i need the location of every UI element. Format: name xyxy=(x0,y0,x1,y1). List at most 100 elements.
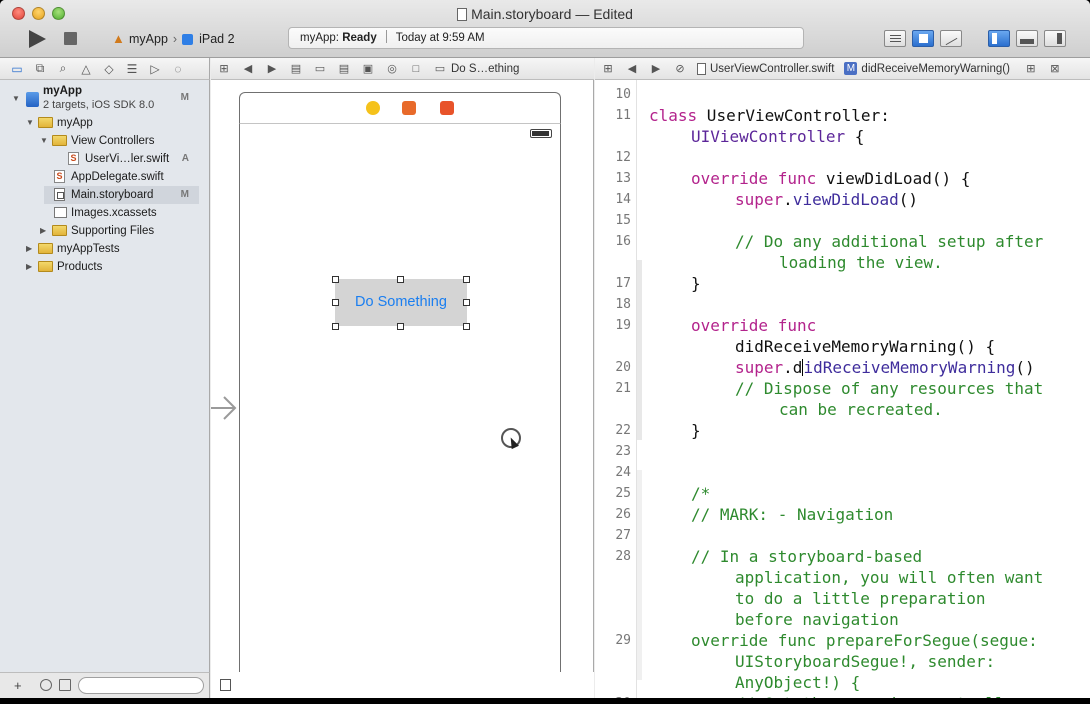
code-folding-ribbon[interactable] xyxy=(637,260,642,440)
resize-handle[interactable] xyxy=(332,276,339,283)
status-divider xyxy=(385,30,387,43)
disclosure-open-icon[interactable]: ▼ xyxy=(26,114,34,132)
report-icon[interactable]: ◌ xyxy=(171,62,185,76)
back-arrow-icon[interactable]: ◀ xyxy=(241,62,255,75)
code-line: } xyxy=(691,421,701,440)
scene-dock xyxy=(239,92,561,124)
view-controller-icon[interactable] xyxy=(366,101,380,115)
nav-item-main-storyboard[interactable]: Main.storyboard M xyxy=(44,186,199,204)
folder-icon[interactable]: ▭ xyxy=(10,62,24,76)
disclosure-open-icon[interactable]: ▼ xyxy=(12,90,20,108)
line-number: 29 xyxy=(615,633,631,648)
view-icon[interactable]: □ xyxy=(409,63,423,75)
breadcrumb-scene[interactable]: ▭ Do S…ething xyxy=(433,62,520,76)
code-line: } xyxy=(691,274,701,293)
resize-handle[interactable] xyxy=(397,323,404,330)
line-number: 28 xyxy=(615,549,631,564)
toggle-navigator-button[interactable] xyxy=(988,30,1010,47)
related-items-icon[interactable]: ⊞ xyxy=(601,62,615,75)
line-number: 22 xyxy=(615,423,631,438)
nav-item-myapptests[interactable]: ▶ myAppTests xyxy=(0,240,209,258)
source-editor[interactable]: 10 11 12 13 14 15 16 17 18 19 20 21 22 2… xyxy=(595,80,1090,704)
storyboard-canvas[interactable]: Do Something xyxy=(211,80,594,698)
first-responder-icon[interactable] xyxy=(402,101,416,115)
toggle-debug-area-button[interactable] xyxy=(1016,30,1038,47)
nav-item-supporting-files[interactable]: ▶ Supporting Files xyxy=(0,222,209,240)
view-toggle-group xyxy=(988,30,1066,48)
folder-icon xyxy=(52,135,67,146)
xcode-window: Main.storyboard — Edited ▲ myApp › iPad … xyxy=(0,0,1090,704)
view-controller-scene[interactable]: Do Something xyxy=(239,124,561,698)
assistant-editor-button[interactable] xyxy=(912,30,934,47)
forward-arrow-icon[interactable]: ▶ xyxy=(265,62,279,75)
line-number: 27 xyxy=(615,528,631,543)
forward-arrow-icon[interactable]: ▶ xyxy=(649,62,663,75)
code-line: /* xyxy=(691,484,711,503)
disclosure-open-icon[interactable]: ▼ xyxy=(40,132,48,150)
scm-filter-icon[interactable] xyxy=(59,679,71,691)
disclosure-closed-icon[interactable]: ▶ xyxy=(40,222,46,240)
storyboard-icon[interactable]: ▤ xyxy=(337,62,351,75)
project-row[interactable]: ▼ myApp 2 targets, iOS SDK 8.0 M xyxy=(0,84,209,116)
nav-item-label: AppDelegate.swift xyxy=(71,171,164,183)
disclosure-closed-icon[interactable]: ▶ xyxy=(26,240,32,258)
recent-files-icon[interactable] xyxy=(40,679,52,691)
code-line: to do a little preparation xyxy=(735,589,986,608)
code-token: super xyxy=(735,190,784,209)
code-token: override func xyxy=(691,169,817,188)
nav-item-label: Products xyxy=(57,261,103,273)
nav-item-myapp[interactable]: ▼ myApp xyxy=(0,114,209,132)
nav-item-appdelegate[interactable]: S AppDelegate.swift xyxy=(0,168,209,186)
nav-item-label: View Controllers xyxy=(71,135,155,147)
standard-editor-button[interactable] xyxy=(884,30,906,47)
code-token: UIViewController xyxy=(691,127,846,146)
breadcrumb-method[interactable]: MdidReceiveMemoryWarning() xyxy=(844,62,1010,75)
exit-icon[interactable] xyxy=(440,101,454,115)
symbol-icon[interactable]: ⧉ xyxy=(33,61,47,76)
run-button[interactable] xyxy=(29,30,46,48)
nav-item-userviewcontroller[interactable]: S UserVi…ler.swift A xyxy=(0,150,209,168)
resize-handle[interactable] xyxy=(332,299,339,306)
related-items-icon[interactable]: ⊞ xyxy=(217,62,231,75)
button-icon: ▭ xyxy=(434,63,446,75)
folder-icon[interactable]: ▭ xyxy=(313,62,327,75)
code-token: class xyxy=(649,106,698,125)
do-something-button[interactable]: Do Something xyxy=(335,279,467,326)
toggle-utilities-button[interactable] xyxy=(1044,30,1066,47)
close-assistant-icon[interactable]: ⊠ xyxy=(1048,62,1062,75)
code-folding-ribbon[interactable] xyxy=(637,470,642,680)
version-editor-button[interactable] xyxy=(940,30,962,47)
nav-item-images[interactable]: Images.xcassets xyxy=(0,204,209,222)
line-number: 18 xyxy=(615,297,631,312)
scene-icon[interactable]: ▣ xyxy=(361,62,375,75)
breakpoint-icon[interactable]: ▷ xyxy=(148,62,162,76)
resize-handle[interactable] xyxy=(463,323,470,330)
search-icon[interactable]: ⌕ xyxy=(56,61,70,76)
scheme-selector[interactable]: ▲ myApp › iPad 2 xyxy=(112,30,235,48)
nav-item-view-controllers[interactable]: ▼ View Controllers xyxy=(0,132,209,150)
folder-icon xyxy=(38,117,53,128)
resize-handle[interactable] xyxy=(397,276,404,283)
resize-handle[interactable] xyxy=(463,276,470,283)
automatic-mode-icon[interactable]: ⊘ xyxy=(673,62,687,75)
file-icon[interactable]: ▤ xyxy=(289,62,303,75)
asset-catalog-icon xyxy=(54,207,67,218)
line-number: 21 xyxy=(615,381,631,396)
debug-icon[interactable]: ☰ xyxy=(125,62,139,76)
disclosure-closed-icon[interactable]: ▶ xyxy=(26,258,32,276)
document-outline-icon[interactable] xyxy=(220,679,231,691)
filter-input[interactable] xyxy=(78,677,204,694)
breadcrumb-file[interactable]: UserViewController.swift xyxy=(697,62,834,75)
initial-scene-arrow-icon xyxy=(211,396,237,420)
warning-icon[interactable]: △ xyxy=(79,62,93,76)
back-arrow-icon[interactable]: ◀ xyxy=(625,62,639,75)
resize-handle[interactable] xyxy=(463,299,470,306)
add-icon[interactable]: + xyxy=(14,678,22,693)
stop-button[interactable] xyxy=(64,32,77,45)
add-assistant-icon[interactable]: ⊞ xyxy=(1024,62,1038,75)
code-line: super.viewDidLoad() xyxy=(735,189,918,210)
view-controller-icon[interactable]: ◎ xyxy=(385,62,399,75)
test-icon[interactable]: ◇ xyxy=(102,62,116,76)
nav-item-products[interactable]: ▶ Products xyxy=(0,258,209,276)
resize-handle[interactable] xyxy=(332,323,339,330)
